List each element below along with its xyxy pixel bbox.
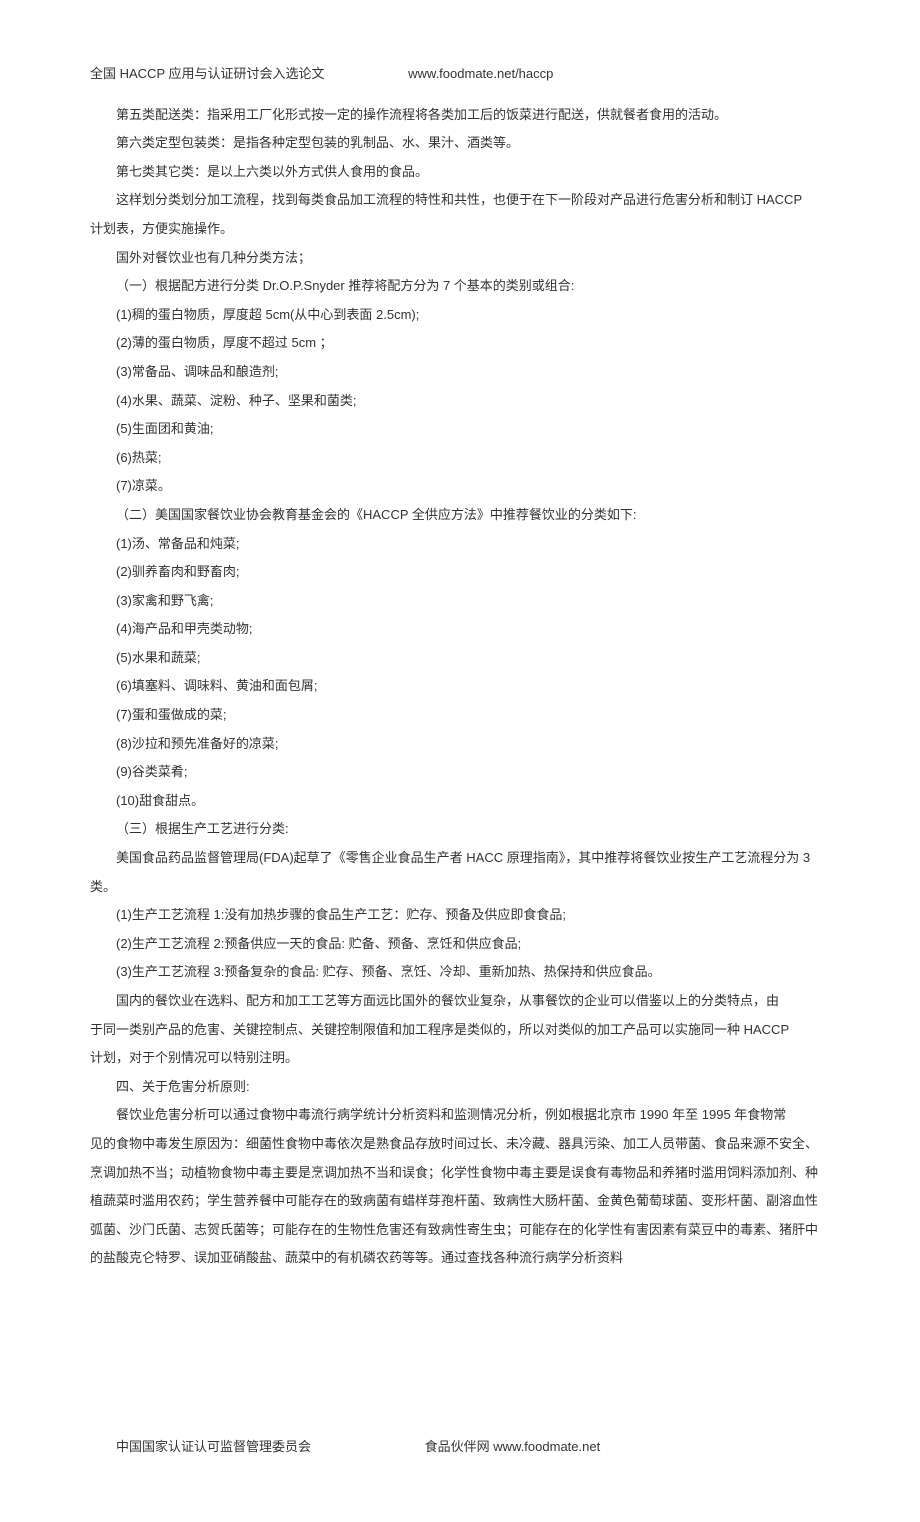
paragraph: 计划，对于个别情况可以特别注明。 <box>90 1044 830 1073</box>
list-item: (4)海产品和甲壳类动物; <box>90 615 830 644</box>
paragraph: 于同一类别产品的危害、关键控制点、关键控制限值和加工程序是类似的，所以对类似的加… <box>90 1016 830 1045</box>
list-item: (1)稠的蛋白物质，厚度超 5cm(从中心到表面 2.5cm); <box>90 301 830 330</box>
list-item: (3)家禽和野飞禽; <box>90 587 830 616</box>
paragraph: （一）根据配方进行分类 Dr.O.P.Snyder 推荐将配方分为 7 个基本的… <box>90 272 830 301</box>
list-item: (7)蛋和蛋做成的菜; <box>90 701 830 730</box>
section-heading: 四、关于危害分析原则: <box>90 1073 830 1102</box>
paragraph: 见的食物中毒发生原因为：细菌性食物中毒依次是熟食品存放时间过长、未冷藏、器具污染… <box>90 1130 830 1273</box>
paragraph: 餐饮业危害分析可以通过食物中毒流行病学统计分析资料和监测情况分析，例如根据北京市… <box>90 1101 830 1130</box>
list-item: (5)水果和蔬菜; <box>90 644 830 673</box>
paragraph: 国内的餐饮业在选料、配方和加工工艺等方面远比国外的餐饮业复杂，从事餐饮的企业可以… <box>90 987 830 1016</box>
document-body: 第五类配送类：指采用工厂化形式按一定的操作流程将各类加工后的饭菜进行配送，供就餐… <box>90 101 830 1273</box>
paragraph: 这样划分类划分加工流程，找到每类食品加工流程的特性和共性，也便于在下一阶段对产品… <box>90 186 830 215</box>
list-item: (7)凉菜。 <box>90 472 830 501</box>
page-header: 全国 HACCP 应用与认证研讨会入选论文 www.foodmate.net/h… <box>90 60 830 89</box>
list-item: (3)常备品、调味品和酿造剂; <box>90 358 830 387</box>
list-item: (8)沙拉和预先准备好的凉菜; <box>90 730 830 759</box>
list-item: (5)生面团和黄油; <box>90 415 830 444</box>
footer-site: 食品伙伴网 www.foodmate.net <box>425 1433 601 1462</box>
list-item: (6)填塞料、调味料、黄油和面包屑; <box>90 672 830 701</box>
list-item: (6)热菜; <box>90 444 830 473</box>
list-item: (4)水果、蔬菜、淀粉、种子、坚果和菌类; <box>90 387 830 416</box>
paragraph: 第六类定型包装类：是指各种定型包装的乳制品、水、果汁、酒类等。 <box>90 129 830 158</box>
header-url: www.foodmate.net/haccp <box>408 60 553 89</box>
footer-org: 中国国家认证认可监督管理委员会 <box>116 1433 311 1462</box>
list-item: (1)汤、常备品和炖菜; <box>90 530 830 559</box>
list-item: (3)生产工艺流程 3:预备复杂的食品: 贮存、预备、烹饪、冷却、重新加热、热保… <box>90 958 830 987</box>
page-footer: 中国国家认证认可监督管理委员会 食品伙伴网 www.foodmate.net <box>90 1433 830 1462</box>
paragraph: （二）美国国家餐饮业协会教育基金会的《HACCP 全供应方法》中推荐餐饮业的分类… <box>90 501 830 530</box>
list-item: (2)薄的蛋白物质，厚度不超过 5cm ； <box>90 329 830 358</box>
paragraph: 计划表，方便实施操作。 <box>90 215 830 244</box>
paragraph: 美国食品药品监督管理局(FDA)起草了《零售企业食品生产者 HACC 原理指南》… <box>90 844 830 901</box>
list-item: (9)谷类菜肴; <box>90 758 830 787</box>
document-page: 全国 HACCP 应用与认证研讨会入选论文 www.foodmate.net/h… <box>0 0 920 1522</box>
paragraph: 第五类配送类：指采用工厂化形式按一定的操作流程将各类加工后的饭菜进行配送，供就餐… <box>90 101 830 130</box>
paragraph: （三）根据生产工艺进行分类: <box>90 815 830 844</box>
paragraph: 第七类其它类：是以上六类以外方式供人食用的食品。 <box>90 158 830 187</box>
list-item: (10)甜食甜点。 <box>90 787 830 816</box>
list-item: (1)生产工艺流程 1:没有加热步骤的食品生产工艺：贮存、预备及供应即食食品; <box>90 901 830 930</box>
header-title: 全国 HACCP 应用与认证研讨会入选论文 <box>90 60 325 89</box>
paragraph: 国外对餐饮业也有几种分类方法； <box>90 244 830 273</box>
list-item: (2)生产工艺流程 2:预备供应一天的食品: 贮备、预备、烹饪和供应食品; <box>90 930 830 959</box>
list-item: (2)驯养畜肉和野畜肉; <box>90 558 830 587</box>
